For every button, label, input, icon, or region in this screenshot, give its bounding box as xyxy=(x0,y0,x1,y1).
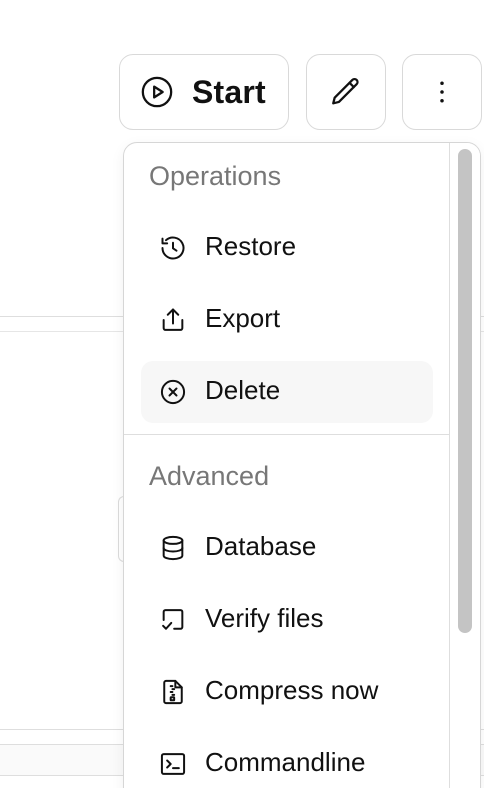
menu-item-compress-now[interactable]: Compress now xyxy=(141,661,433,723)
menu-item-label: Commandline xyxy=(205,747,366,777)
edit-button[interactable] xyxy=(306,54,386,130)
group-label-operations: Operations xyxy=(149,161,282,191)
menu-item-label: Database xyxy=(205,531,317,561)
more-options-button[interactable] xyxy=(402,54,482,130)
menu-item-export[interactable]: Export xyxy=(141,289,433,351)
start-button[interactable]: Start xyxy=(119,54,289,130)
menu-item-label: Verify files xyxy=(205,603,324,633)
menu-scrollbar[interactable] xyxy=(449,143,480,788)
menu-item-restore[interactable]: Restore xyxy=(141,217,433,279)
menu-item-label: Compress now xyxy=(205,675,379,705)
terminal-icon xyxy=(159,750,187,778)
history-icon xyxy=(159,234,187,262)
menu-item-label: Export xyxy=(205,303,281,333)
database-icon xyxy=(159,534,187,562)
menu-item-verify-files[interactable]: Verify files xyxy=(141,589,433,651)
share-icon xyxy=(159,306,187,334)
menu-separator xyxy=(124,434,452,435)
verify-icon xyxy=(159,606,187,634)
operations-dropdown-menu: Operations Restore Export Delete Advance… xyxy=(123,142,481,788)
file-archive-icon xyxy=(159,678,187,706)
more-vertical-icon xyxy=(427,77,457,107)
menu-item-delete[interactable]: Delete xyxy=(141,361,433,423)
play-circle-icon xyxy=(140,75,174,109)
menu-item-label: Restore xyxy=(205,231,297,261)
pencil-icon xyxy=(329,75,363,109)
x-circle-icon xyxy=(159,378,187,406)
group-label-advanced: Advanced xyxy=(149,461,270,491)
menu-item-commandline[interactable]: Commandline xyxy=(141,733,433,788)
menu-scrollbar-thumb[interactable] xyxy=(458,149,472,633)
start-button-label: Start xyxy=(192,73,266,110)
menu-item-database[interactable]: Database xyxy=(141,517,433,579)
app-page: Start Operations Restore Export Delete A… xyxy=(0,0,484,788)
menu-item-label: Delete xyxy=(205,375,281,405)
